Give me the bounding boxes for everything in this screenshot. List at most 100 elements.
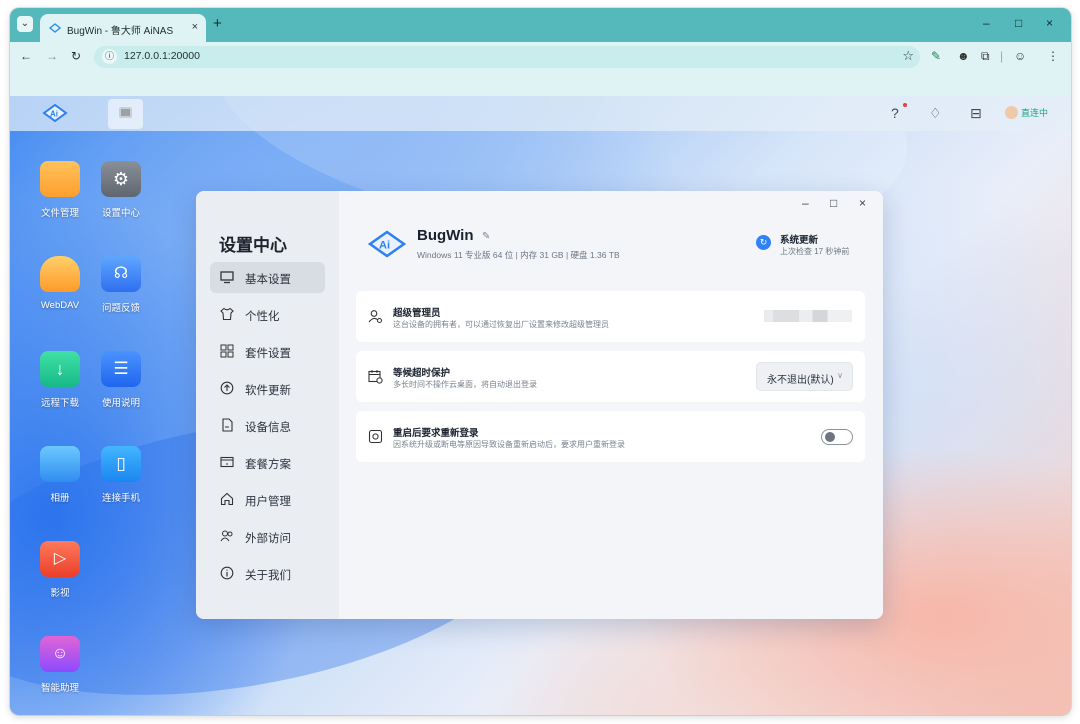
users-icon	[220, 530, 233, 542]
ainas-logo-icon[interactable]: Ai	[42, 103, 68, 123]
timeout-protection-card: 等候超时保护 多长时间不操作云桌面，将自动退出登录 永不退出(默认) ∨	[356, 351, 865, 402]
package-icon	[220, 456, 234, 468]
desktop-icon-label: 使用说明	[101, 398, 140, 409]
profile-avatar-icon[interactable]: ☺	[1014, 49, 1026, 63]
nav-personalize[interactable]: 个性化	[210, 299, 325, 330]
extension-bug-icon[interactable]: ✎	[931, 49, 941, 63]
forward-arrow-icon[interactable]: →	[46, 49, 58, 63]
nas-desktop: Ai ? ♢ ⊟ 直连中 文件管理 ⚙ 设置中心 WebDAV ☊ 问题反馈 ↓	[10, 96, 1071, 715]
back-arrow-icon[interactable]: ←	[20, 49, 32, 63]
card-description: 多长时间不操作云桌面，将自动退出登录	[393, 380, 537, 389]
desktop-icon-label: 问题反馈	[101, 303, 140, 314]
desktop-icon-label: 相册	[50, 493, 70, 504]
nav-label: 关于我们	[245, 570, 291, 582]
tab-close-icon[interactable]: ×	[192, 21, 198, 33]
notification-dot	[903, 103, 907, 107]
maximize-window-button[interactable]: □	[1015, 16, 1022, 30]
system-update-title[interactable]: 系统更新	[780, 232, 818, 246]
help-icon[interactable]: ?	[891, 105, 899, 121]
desktop-icon-label: 远程下载	[40, 398, 79, 409]
edit-name-icon[interactable]: ✎	[482, 231, 490, 242]
nav-basic-settings[interactable]: 基本设置	[210, 262, 325, 293]
desktop-icon-label: 连接手机	[101, 493, 140, 504]
extension-avatar-icon[interactable]: ☻	[957, 49, 970, 63]
bookmark-star-icon[interactable]: ☆	[902, 48, 914, 64]
desktop-icon-remote-download[interactable]: ↓ 远程下载	[30, 351, 90, 409]
grid-icon	[220, 344, 234, 358]
relogin-after-restart-card: 重启后要求重新登录 因系统升级或断电等原因导致设备重新启动后，要求用户重新登录	[356, 411, 865, 462]
desktop-icon-label: 文件管理	[40, 208, 79, 219]
nav-about-us[interactable]: 关于我们	[210, 558, 325, 589]
browser-tab[interactable]: BugWin - 鲁大师 AiNAS ×	[40, 14, 206, 42]
nav-plans[interactable]: 套餐方案	[210, 447, 325, 478]
folder-icon	[40, 161, 80, 197]
extensions-puzzle-icon[interactable]: ⧉	[981, 49, 990, 64]
desktop-icon-label: 影视	[50, 588, 70, 599]
site-info-icon[interactable]: ⓘ	[102, 49, 117, 64]
nav-user-management[interactable]: 用户管理	[210, 484, 325, 515]
chat-bubble-icon: ☺	[40, 636, 80, 672]
device-specs: Windows 11 专业版 64 位 | 内存 31 GB | 硬盘 1.36…	[417, 250, 620, 260]
super-admin-card: 超级管理员 这台设备的拥有者，可以通过恢复出厂设置来修改超级管理员	[356, 291, 865, 342]
address-bar[interactable]: ⓘ 127.0.0.1:20000 ☆	[94, 46, 920, 68]
tab-search-icon[interactable]: ⌄	[17, 16, 33, 32]
taskbar-settings-app[interactable]	[108, 99, 143, 129]
cloud-icon	[40, 256, 80, 292]
reload-icon[interactable]: ↻	[71, 49, 81, 63]
card-title: 等候超时保护	[393, 368, 451, 379]
user-avatar	[1005, 106, 1018, 119]
desktop-icon-video[interactable]: ▷ 影视	[30, 541, 90, 599]
settings-window: 设置中心 基本设置 个性化 套件设置 软件更新 设备信息 套餐方案 用户管理 外…	[196, 191, 883, 619]
nav-software-update[interactable]: 软件更新	[210, 373, 325, 404]
nav-label: 软件更新	[245, 385, 291, 397]
nav-label: 用户管理	[245, 496, 291, 508]
monitor-icon	[220, 271, 234, 284]
desktop-icon-webdav[interactable]: WebDAV	[30, 256, 90, 311]
window-minimize-button[interactable]: –	[802, 196, 809, 210]
minimize-window-button[interactable]: –	[983, 16, 990, 30]
nav-label: 套餐方案	[245, 459, 291, 471]
photo-icon	[40, 446, 80, 482]
info-icon	[220, 566, 234, 580]
window-close-button[interactable]: ×	[859, 196, 866, 210]
settings-main: – □ × Ai BugWin ✎ Windows 11 专业版 64 位 | …	[339, 191, 883, 619]
desktop-icon-label: 设置中心	[101, 208, 140, 219]
inbox-icon[interactable]: ⊟	[970, 105, 982, 122]
close-window-button[interactable]: ×	[1046, 16, 1053, 30]
settings-sidebar: 设置中心 基本设置 个性化 套件设置 软件更新 设备信息 套餐方案 用户管理 外…	[196, 191, 339, 619]
desktop-icon-connect-phone[interactable]: ▯ 连接手机	[91, 446, 151, 504]
new-tab-button[interactable]: +	[213, 15, 222, 32]
arrow-up-circle-icon	[220, 381, 234, 395]
bell-icon[interactable]: ♢	[929, 105, 942, 122]
nav-device-info[interactable]: 设备信息	[210, 410, 325, 441]
browser-window: ⌄ BugWin - 鲁大师 AiNAS × + – □ × ← → ↻ ⓘ 1…	[10, 8, 1071, 715]
svg-text:Ai: Ai	[379, 240, 390, 252]
desktop-icon-feedback[interactable]: ☊ 问题反馈	[91, 256, 151, 314]
desktop-icon-settings[interactable]: ⚙ 设置中心	[91, 161, 151, 219]
desktop-icon-ai-assistant[interactable]: ☺ 智能助理	[30, 636, 90, 694]
ai-device-logo-icon: Ai	[367, 230, 407, 258]
browser-menu-icon[interactable]: ⋮	[1047, 49, 1059, 63]
timeout-select-value: 永不退出(默认)	[767, 375, 834, 386]
desktop-icon-label: WebDAV	[40, 300, 80, 311]
document-icon: ☰	[101, 351, 141, 387]
nav-label: 个性化	[245, 311, 280, 323]
nav-suite-settings[interactable]: 套件设置	[210, 336, 325, 367]
nav-label: 外部访问	[245, 533, 291, 545]
relogin-toggle[interactable]	[821, 429, 853, 445]
desktop-icon-album[interactable]: 相册	[30, 446, 90, 504]
ailogo-favicon-icon	[49, 23, 61, 33]
desktop-icon-manual[interactable]: ☰ 使用说明	[91, 351, 151, 409]
connection-status: 直连中	[1021, 108, 1049, 118]
window-maximize-button[interactable]: □	[830, 196, 837, 210]
desktop-icon-file-manager[interactable]: 文件管理	[30, 161, 90, 219]
card-title: 超级管理员	[393, 308, 441, 319]
admin-name-redacted	[764, 310, 852, 322]
device-name: BugWin	[417, 227, 474, 244]
play-icon: ▷	[40, 541, 80, 577]
phone-icon: ▯	[101, 446, 141, 482]
refresh-update-icon[interactable]: ↻	[756, 235, 771, 250]
timeout-select[interactable]: 永不退出(默认) ∨	[756, 362, 853, 391]
user-status[interactable]: 直连中	[1005, 106, 1048, 119]
nav-external-access[interactable]: 外部访问	[210, 521, 325, 552]
